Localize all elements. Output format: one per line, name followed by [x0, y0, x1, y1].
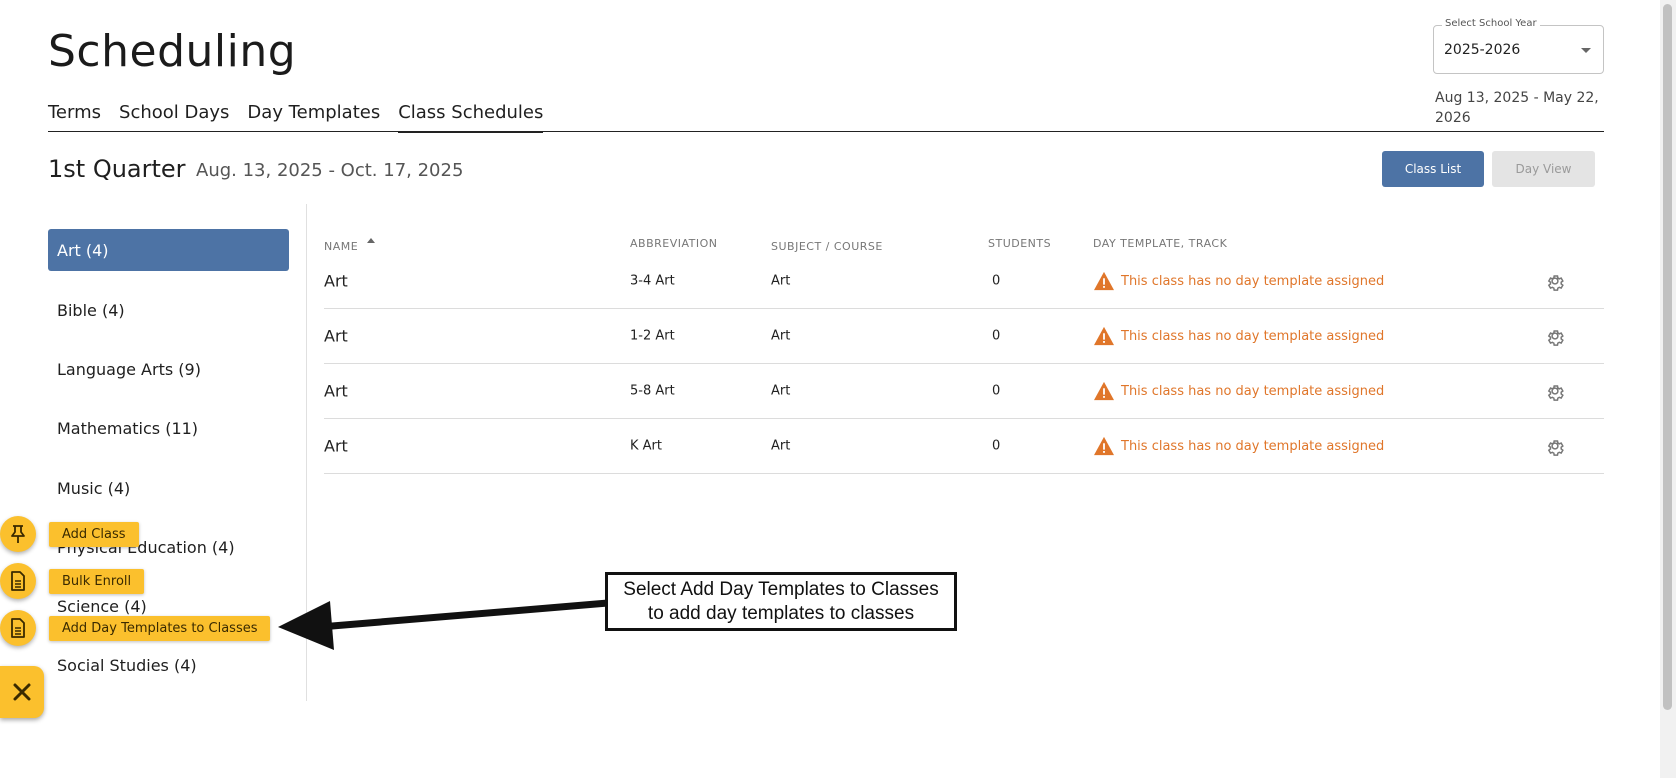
class-abbreviation: 5-8 Art — [630, 383, 675, 399]
close-fab-button[interactable] — [0, 666, 44, 718]
class-students: 0 — [992, 383, 1001, 399]
term-name: 1st Quarter — [48, 155, 186, 183]
callout-line-2: to add day templates to classes — [647, 603, 915, 624]
table-row: Art 3-4 Art Art 0 This class has no day … — [324, 254, 1604, 309]
gear-icon[interactable] — [1545, 436, 1565, 456]
document-icon — [11, 618, 25, 638]
class-subject: Art — [771, 438, 791, 454]
warning-text: This class has no day template assigned — [1121, 383, 1385, 399]
class-students: 0 — [992, 273, 1001, 289]
warning-text: This class has no day template assigned — [1121, 328, 1385, 344]
warning-icon — [1094, 381, 1114, 401]
column-header-abbreviation: ABBREVIATION — [630, 237, 718, 250]
class-name: Art — [324, 381, 348, 401]
gear-icon[interactable] — [1545, 326, 1565, 346]
sidebar-item-mathematics[interactable]: Mathematics (11) — [48, 407, 289, 449]
class-name: Art — [324, 271, 348, 291]
tab-class-schedules[interactable]: Class Schedules — [398, 100, 544, 133]
column-header-name[interactable]: NAME — [324, 240, 358, 253]
term-dates: Aug. 13, 2025 - Oct. 17, 2025 — [196, 160, 464, 181]
chevron-down-icon — [1581, 48, 1591, 53]
tab-terms[interactable]: Terms — [48, 100, 101, 133]
day-template-warning: This class has no day template assigned — [1093, 381, 1384, 401]
sidebar-item-music[interactable]: Music (4) — [48, 467, 289, 509]
warning-text: This class has no day template assigned — [1121, 438, 1385, 454]
tabs-divider — [48, 131, 1604, 132]
gear-icon[interactable] — [1545, 271, 1565, 291]
table-row: Art K Art Art 0 This class has no day te… — [324, 419, 1604, 474]
class-abbreviation: K Art — [630, 438, 662, 454]
day-view-button[interactable]: Day View — [1492, 151, 1595, 187]
day-template-warning: This class has no day template assigned — [1093, 326, 1384, 346]
tab-school-days[interactable]: School Days — [119, 100, 229, 133]
class-subject: Art — [771, 273, 791, 289]
sidebar-item-language-arts[interactable]: Language Arts (9) — [48, 348, 289, 390]
close-icon — [13, 683, 31, 701]
bulk-enroll-fab[interactable] — [0, 563, 36, 599]
class-subject: Art — [771, 328, 791, 344]
annotation-callout: Select Add Day Templates to Classes to a… — [605, 572, 957, 631]
class-subject: Art — [771, 383, 791, 399]
table-row: Art 1-2 Art Art 0 This class has no day … — [324, 309, 1604, 364]
table-row: Art 5-8 Art Art 0 This class has no day … — [324, 364, 1604, 419]
class-name: Art — [324, 436, 348, 456]
warning-icon — [1094, 436, 1114, 456]
school-year-legend: Select School Year — [1442, 18, 1540, 29]
column-header-day-template: DAY TEMPLATE, TRACK — [1093, 237, 1228, 250]
document-icon — [11, 571, 25, 591]
warning-icon — [1094, 326, 1114, 346]
column-header-students: STUDENTS — [988, 237, 1052, 250]
callout-line-1: Select Add Day Templates to Classes — [623, 579, 939, 600]
school-year-value: 2025-2026 — [1444, 42, 1521, 58]
bulk-enroll-button[interactable]: Bulk Enroll — [49, 569, 145, 594]
sidebar-item-social-studies[interactable]: Social Studies (4) — [48, 644, 289, 686]
class-abbreviation: 3-4 Art — [630, 273, 675, 289]
tab-bar: Terms School Days Day Templates Class Sc… — [48, 100, 561, 133]
sidebar-item-bible[interactable]: Bible (4) — [48, 289, 289, 331]
school-year-select[interactable]: Select School Year 2025-2026 — [1433, 18, 1604, 74]
column-header-subject: SUBJECT / COURSE — [771, 240, 883, 253]
warning-icon — [1094, 271, 1114, 291]
class-students: 0 — [992, 438, 1001, 454]
add-day-templates-fab[interactable] — [0, 610, 36, 646]
annotation-arrow — [278, 599, 609, 650]
school-year-range: Aug 13, 2025 - May 22, 2026 — [1435, 90, 1599, 126]
tab-day-templates[interactable]: Day Templates — [247, 100, 380, 133]
day-template-warning: This class has no day template assigned — [1093, 271, 1384, 291]
add-day-templates-button[interactable]: Add Day Templates to Classes — [49, 616, 271, 641]
class-abbreviation: 1-2 Art — [630, 328, 675, 344]
day-template-warning: This class has no day template assigned — [1093, 436, 1384, 456]
class-students: 0 — [992, 328, 1001, 344]
pin-icon — [11, 525, 25, 543]
class-list-button[interactable]: Class List — [1382, 151, 1484, 187]
add-class-fab[interactable] — [0, 516, 36, 552]
warning-text: This class has no day template assigned — [1121, 273, 1385, 289]
page-title: Scheduling — [48, 26, 297, 77]
sidebar-item-art[interactable]: Art (4) — [48, 229, 289, 271]
sort-ascending-icon[interactable] — [367, 238, 375, 243]
class-name: Art — [324, 326, 348, 346]
gear-icon[interactable] — [1545, 381, 1565, 401]
scrollbar-thumb[interactable] — [1663, 4, 1672, 710]
add-class-button[interactable]: Add Class — [49, 522, 139, 547]
